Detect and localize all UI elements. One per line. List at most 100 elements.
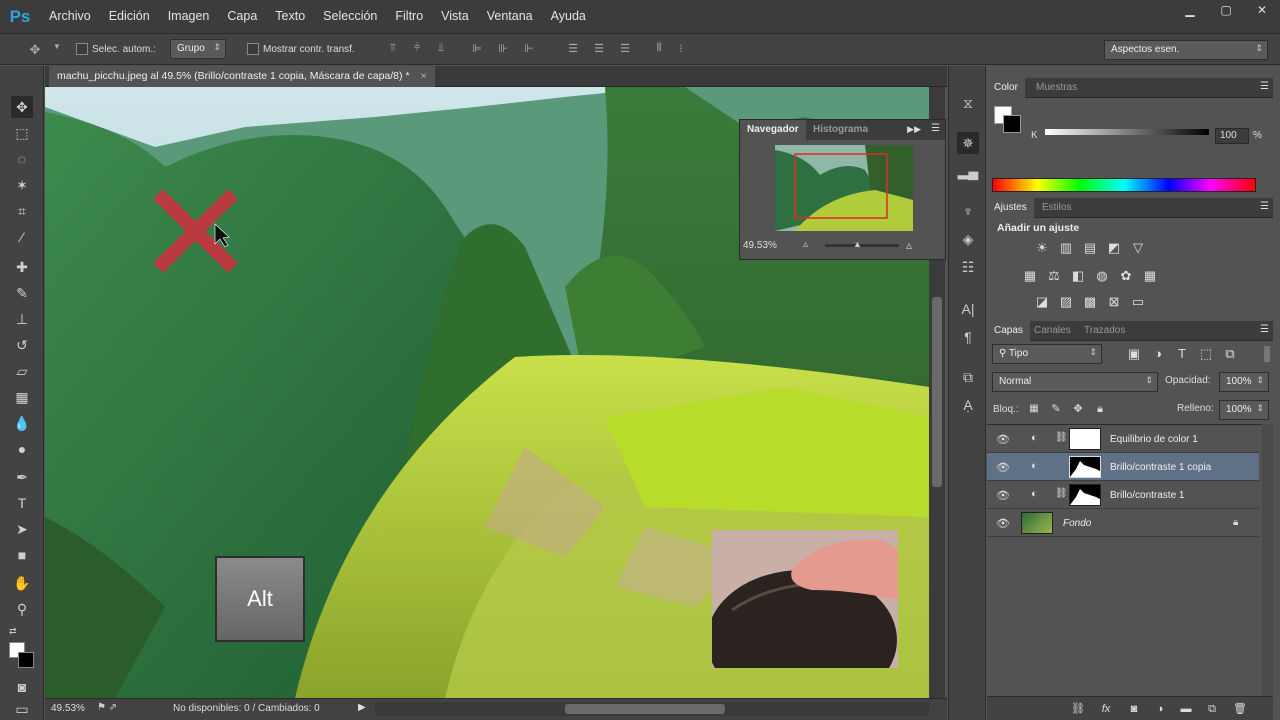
link-icon[interactable]: ⛓︎	[1055, 432, 1068, 443]
eyedropper-tool-icon[interactable]: ⁄	[11, 226, 33, 248]
menu-capa[interactable]: Capa	[218, 0, 266, 33]
lasso-tool-icon[interactable]: ◌	[11, 148, 33, 170]
channel-mixer-icon[interactable]: ✿	[1117, 268, 1135, 284]
threshold-icon[interactable]: ▩	[1081, 294, 1099, 310]
layer-row[interactable]: 👁︎ Fondo 🔒︎	[987, 509, 1259, 537]
lock-image-icon[interactable]: ✎	[1047, 401, 1065, 417]
close-icon[interactable]: ✕	[1244, 0, 1280, 20]
brush-panel-icon[interactable]: ♆	[957, 200, 979, 222]
align-top-icon[interactable]: ⫪	[386, 42, 400, 56]
lock-all-icon[interactable]: 🔒︎	[1091, 401, 1109, 417]
layer-name[interactable]: Fondo	[1063, 518, 1091, 529]
brush-tool-icon[interactable]: ✎	[11, 282, 33, 304]
paragraph-panel-icon[interactable]: ¶	[957, 326, 979, 348]
properties-panel-icon[interactable]: ☷	[957, 256, 979, 278]
lock-transparent-icon[interactable]: ▦	[1025, 401, 1043, 417]
panel-menu-icon[interactable]: ☰	[1260, 81, 1269, 92]
hscroll-thumb[interactable]	[565, 704, 725, 714]
clone-source-panel-icon[interactable]: ◈	[957, 228, 979, 250]
gradient-tool-icon[interactable]: ▦	[11, 386, 33, 408]
hand-tool-icon[interactable]: ✋	[11, 572, 33, 594]
link-layers-icon[interactable]: ⛓︎	[1069, 701, 1087, 717]
add-mask-icon[interactable]: ◙	[1125, 701, 1143, 717]
curves-adjust-icon[interactable]: ▤	[1081, 240, 1099, 256]
selective-color-icon[interactable]: ⊠	[1105, 294, 1123, 310]
minimize-icon[interactable]: ▁	[1172, 0, 1208, 20]
blend-mode-dropdown[interactable]: Normal	[992, 372, 1158, 392]
layer-comps-icon[interactable]: ⧉	[957, 366, 979, 388]
k-slider[interactable]	[1045, 129, 1209, 135]
navigator-thumbnail[interactable]	[775, 145, 913, 231]
document-tab[interactable]: machu_picchu.jpeg al 49.5% (Brillo/contr…	[49, 66, 435, 87]
navigator-zoom-slider[interactable]: ▲	[825, 239, 899, 249]
fx-icon[interactable]: fx	[1097, 701, 1115, 717]
dodge-tool-icon[interactable]: ●	[11, 438, 33, 460]
distribute-left-icon[interactable]: ⫴	[652, 42, 666, 56]
posterize-icon[interactable]: ▨	[1057, 294, 1075, 310]
layer-name[interactable]: Brillo/contraste 1 copia	[1110, 462, 1211, 473]
filter-toggle[interactable]	[1264, 346, 1270, 362]
filter-pixel-icon[interactable]: ▣	[1125, 346, 1143, 362]
background-color-swatch[interactable]	[1003, 115, 1021, 133]
align-left-icon[interactable]: ⊫	[470, 42, 484, 56]
vibrance-adjust-icon[interactable]: ▽	[1129, 240, 1147, 256]
move-tool-icon[interactable]: ✥	[11, 96, 33, 118]
distribute-top-icon[interactable]: ☰	[566, 42, 580, 56]
auto-select-dropdown[interactable]: Grupo	[170, 39, 226, 59]
histogram-panel-icon[interactable]: ▂▄	[957, 160, 979, 182]
blur-tool-icon[interactable]: 💧	[11, 412, 33, 434]
swap-colors-icon[interactable]: ⇄	[9, 626, 17, 637]
layer-name[interactable]: Equilibrio de color 1	[1110, 434, 1198, 445]
invert-icon[interactable]: ◪	[1033, 294, 1051, 310]
panel-menu-icon[interactable]: ☰	[1260, 201, 1269, 212]
show-transform-checkbox[interactable]	[247, 43, 259, 55]
color-balance-icon[interactable]: ⚖	[1045, 268, 1063, 284]
layer-name[interactable]: Brillo/contraste 1	[1110, 490, 1184, 501]
layer-thumbnail[interactable]	[1021, 512, 1053, 534]
type-tool-icon[interactable]: T	[11, 492, 33, 514]
new-group-icon[interactable]: ▬	[1177, 701, 1195, 717]
tab-ajustes[interactable]: Ajustes	[987, 198, 1034, 218]
scroll-thumb[interactable]	[932, 297, 942, 487]
new-adjustment-icon[interactable]: ◑	[1151, 701, 1169, 717]
layer-row[interactable]: 👁︎ ◐ ⛓︎ Equilibrio de color 1	[987, 425, 1259, 453]
menu-edicion[interactable]: Edición	[100, 0, 159, 33]
menu-archivo[interactable]: Archivo	[40, 0, 100, 33]
eye-icon[interactable]: 👁︎	[996, 461, 1010, 474]
doc-info-icon[interactable]: ⚑ ⇗	[97, 702, 117, 713]
layer-row[interactable]: 👁︎ ◐ ⛓︎ Brillo/contraste 1	[987, 481, 1259, 509]
background-color-swatch[interactable]	[18, 652, 34, 668]
align-hcenter-icon[interactable]: ⊪	[496, 42, 510, 56]
menu-filtro[interactable]: Filtro	[386, 0, 432, 33]
crop-tool-icon[interactable]: ⌗	[11, 200, 33, 222]
eye-icon[interactable]: 👁︎	[996, 517, 1010, 530]
align-bottom-icon[interactable]: ⫫	[434, 42, 448, 56]
eraser-tool-icon[interactable]: ▱	[11, 360, 33, 382]
tab-muestras[interactable]: Muestras	[1029, 78, 1084, 98]
character-styles-icon[interactable]: Ạ	[957, 394, 979, 416]
brightness-adjust-icon[interactable]: ☀	[1033, 240, 1051, 256]
new-layer-icon[interactable]: ⧉	[1203, 701, 1221, 717]
workspace-dropdown[interactable]: Aspectos esen.	[1104, 40, 1268, 60]
quick-mask-icon[interactable]: ◙	[11, 676, 33, 698]
pen-tool-icon[interactable]: ✒	[11, 466, 33, 488]
status-menu-arrow-icon[interactable]: ▶	[358, 702, 366, 713]
menu-texto[interactable]: Texto	[266, 0, 314, 33]
align-vcenter-icon[interactable]: ⫩	[410, 42, 424, 56]
clone-stamp-tool-icon[interactable]: ⊥	[11, 308, 33, 330]
gradient-map-icon[interactable]: ▭	[1129, 294, 1147, 310]
navigator-zoom[interactable]: 49.53%	[743, 240, 777, 251]
zoom-level[interactable]: 49.53%	[51, 703, 85, 714]
photo-filter-icon[interactable]: ◍	[1093, 268, 1111, 284]
horizontal-scrollbar[interactable]	[375, 702, 929, 716]
color-lookup-icon[interactable]: ▦	[1141, 268, 1159, 284]
screen-mode-icon[interactable]: ▭	[11, 698, 33, 720]
navigator-panel-icon[interactable]: ✵	[957, 132, 979, 154]
align-right-icon[interactable]: ⊩	[522, 42, 536, 56]
tab-navegador[interactable]: Navegador	[740, 120, 806, 140]
tab-color[interactable]: Color	[987, 78, 1025, 98]
history-panel-icon[interactable]: ⧖	[957, 92, 979, 114]
eye-icon[interactable]: 👁︎	[996, 489, 1010, 502]
filter-shape-icon[interactable]: ⬚	[1197, 346, 1215, 362]
tab-canales[interactable]: Canales	[1027, 321, 1078, 341]
